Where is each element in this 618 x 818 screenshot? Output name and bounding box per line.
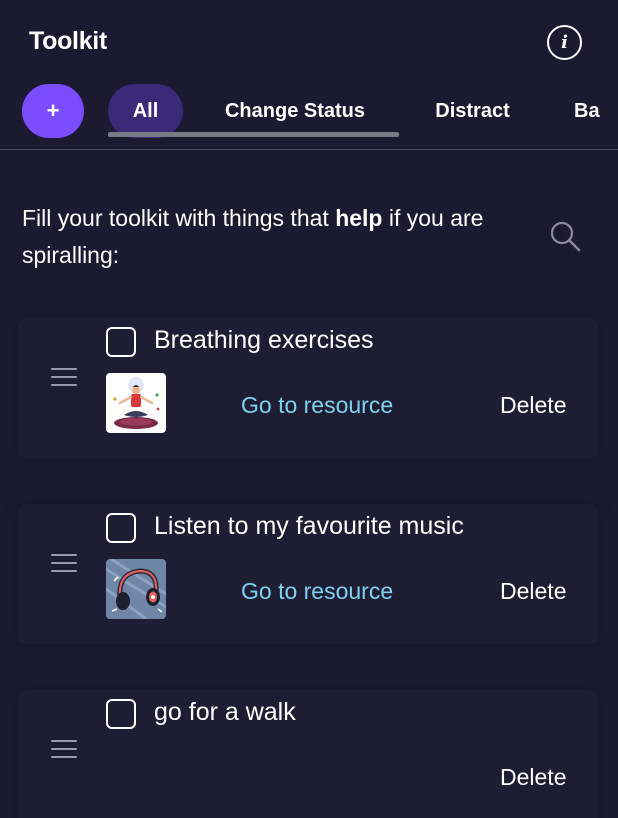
info-icon[interactable]: i xyxy=(547,25,582,60)
tab-distract[interactable]: Distract xyxy=(425,84,520,138)
search-icon[interactable] xyxy=(549,220,581,252)
item-title: Breathing exercises xyxy=(154,326,374,354)
tabs-scrollbar[interactable] xyxy=(108,132,399,137)
delete-button[interactable]: Delete xyxy=(500,578,566,605)
headphones-image xyxy=(106,559,166,619)
tab-bar: + All Change Status Distract Ba xyxy=(0,84,618,150)
item-title: Listen to my favourite music xyxy=(154,512,464,540)
meditation-image xyxy=(106,373,166,433)
go-to-resource-link[interactable]: Go to resource xyxy=(241,392,393,419)
drag-handle-icon[interactable] xyxy=(51,740,77,758)
item-checkbox[interactable] xyxy=(106,699,136,729)
toolkit-screen: Toolkit i + All Change Status Distract B… xyxy=(0,0,618,818)
delete-button[interactable]: Delete xyxy=(500,392,566,419)
intro-prefix: Fill your toolkit with things that xyxy=(22,205,336,231)
toolkit-item: Listen to my favourite music Go to resou… xyxy=(18,504,598,644)
go-to-resource-link[interactable]: Go to resource xyxy=(241,578,393,605)
intro-text: Fill your toolkit with things that help … xyxy=(22,200,522,274)
item-checkbox[interactable] xyxy=(106,513,136,543)
item-title: go for a walk xyxy=(154,698,296,726)
toolkit-item: Breathing exercises Go to resource Delet… xyxy=(18,318,598,458)
item-checkbox[interactable] xyxy=(106,327,136,357)
delete-button[interactable]: Delete xyxy=(500,764,566,791)
add-button[interactable]: + xyxy=(22,84,84,138)
tab-partial[interactable]: Ba xyxy=(574,84,618,138)
toolkit-item: go for a walk Delete xyxy=(18,690,598,818)
page-title: Toolkit xyxy=(29,27,107,55)
tab-all[interactable]: All xyxy=(108,84,183,138)
header: Toolkit i xyxy=(0,0,618,86)
drag-handle-icon[interactable] xyxy=(51,368,77,386)
drag-handle-icon[interactable] xyxy=(51,554,77,572)
tab-change-status[interactable]: Change Status xyxy=(214,84,376,138)
info-glyph: i xyxy=(561,32,568,53)
intro-emphasis: help xyxy=(335,205,383,231)
